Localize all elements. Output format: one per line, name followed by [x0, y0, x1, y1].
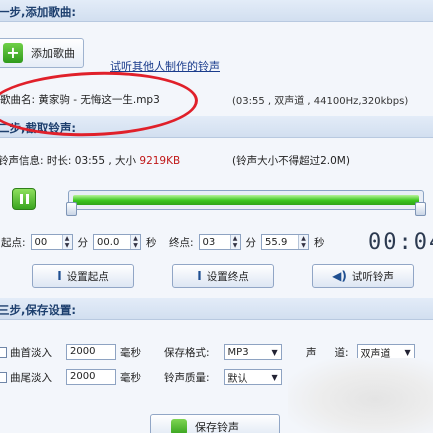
end-handle[interactable] — [415, 202, 426, 216]
start-label: 起点: — [1, 236, 26, 249]
cursor-icon: I — [57, 269, 62, 283]
fade-in-input[interactable]: 2000 — [66, 344, 116, 360]
add-song-button[interactable]: + 添加歌曲 — [0, 38, 84, 68]
step1-title: 一步,添加歌曲: — [0, 5, 76, 19]
format-label: 保存格式: — [164, 346, 210, 359]
speaker-icon: ◀) — [332, 269, 347, 283]
ringtone-info: 铃声信息: 时长: 03:55 , 大小 9219KB — [0, 153, 180, 168]
start-handle[interactable] — [66, 202, 77, 216]
fade-in-label: 曲首淡入 — [10, 346, 52, 359]
start-time-row: 起点: 00 ▲ ▼ 分 00.0 ▲ ▼ 秒 — [1, 234, 157, 250]
fade-out-input[interactable]: 2000 — [66, 369, 116, 385]
set-start-button[interactable]: I 设置起点 — [32, 264, 134, 288]
ringtone-info-label: 铃声信息: — [0, 155, 44, 167]
watermark-blur — [288, 358, 433, 433]
cursor-icon: I — [197, 269, 202, 283]
set-end-button[interactable]: I 设置终点 — [172, 264, 274, 288]
ringtone-duration: 时长: 03:55 , 大小 — [46, 155, 137, 167]
preview-button[interactable]: ◀) 试听铃声 — [312, 264, 414, 288]
start-seconds-stepper[interactable]: 00.0 ▲ ▼ — [93, 234, 142, 250]
song-details: (03:55 , 双声道 , 44100Hz,320kbps) — [232, 96, 409, 107]
end-label: 终点: — [169, 236, 194, 249]
chevron-down-icon: ▼ — [404, 347, 411, 357]
fade-out-checkbox[interactable] — [0, 371, 7, 383]
ringtone-size: 9219KB — [139, 155, 181, 167]
fade-out-label: 曲尾淡入 — [10, 371, 52, 384]
plus-icon: + — [3, 43, 23, 63]
size-limit-note: (铃声大小不得超过2.0M) — [232, 155, 350, 167]
step3-title: 三步,保存设置: — [0, 303, 76, 317]
end-minutes-stepper[interactable]: 03 ▲ ▼ — [198, 234, 241, 250]
time-display: 00:04 — [368, 230, 433, 255]
quality-row: 铃声质量: 默认 ▼ — [164, 369, 282, 385]
quality-label: 铃声质量: — [164, 371, 210, 384]
format-select[interactable]: MP3 ▼ — [223, 344, 282, 360]
save-icon — [171, 419, 187, 433]
quality-select[interactable]: 默认 ▼ — [223, 369, 282, 385]
save-ringtone-button[interactable]: 保存铃声 — [150, 414, 280, 433]
selection-fill — [73, 195, 419, 205]
fade-in-row: 曲首淡入 2000 毫秒 — [0, 344, 141, 360]
format-row: 保存格式: MP3 ▼ — [164, 344, 282, 360]
chevron-down-icon: ▼ — [271, 347, 278, 357]
fade-in-checkbox[interactable] — [0, 346, 7, 358]
chevron-down-icon: ▼ — [271, 372, 278, 382]
pause-button[interactable] — [12, 188, 36, 210]
pause-icon — [19, 194, 23, 204]
end-seconds-stepper[interactable]: 55.9 ▲ ▼ — [261, 234, 310, 250]
start-minutes-stepper[interactable]: 00 ▲ ▼ — [30, 234, 73, 250]
selection-track[interactable] — [68, 190, 424, 210]
end-time-row: 终点: 03 ▲ ▼ 分 55.9 ▲ ▼ 秒 — [169, 234, 325, 250]
add-song-label: 添加歌曲 — [31, 47, 75, 60]
fade-out-row: 曲尾淡入 2000 毫秒 — [0, 369, 141, 385]
